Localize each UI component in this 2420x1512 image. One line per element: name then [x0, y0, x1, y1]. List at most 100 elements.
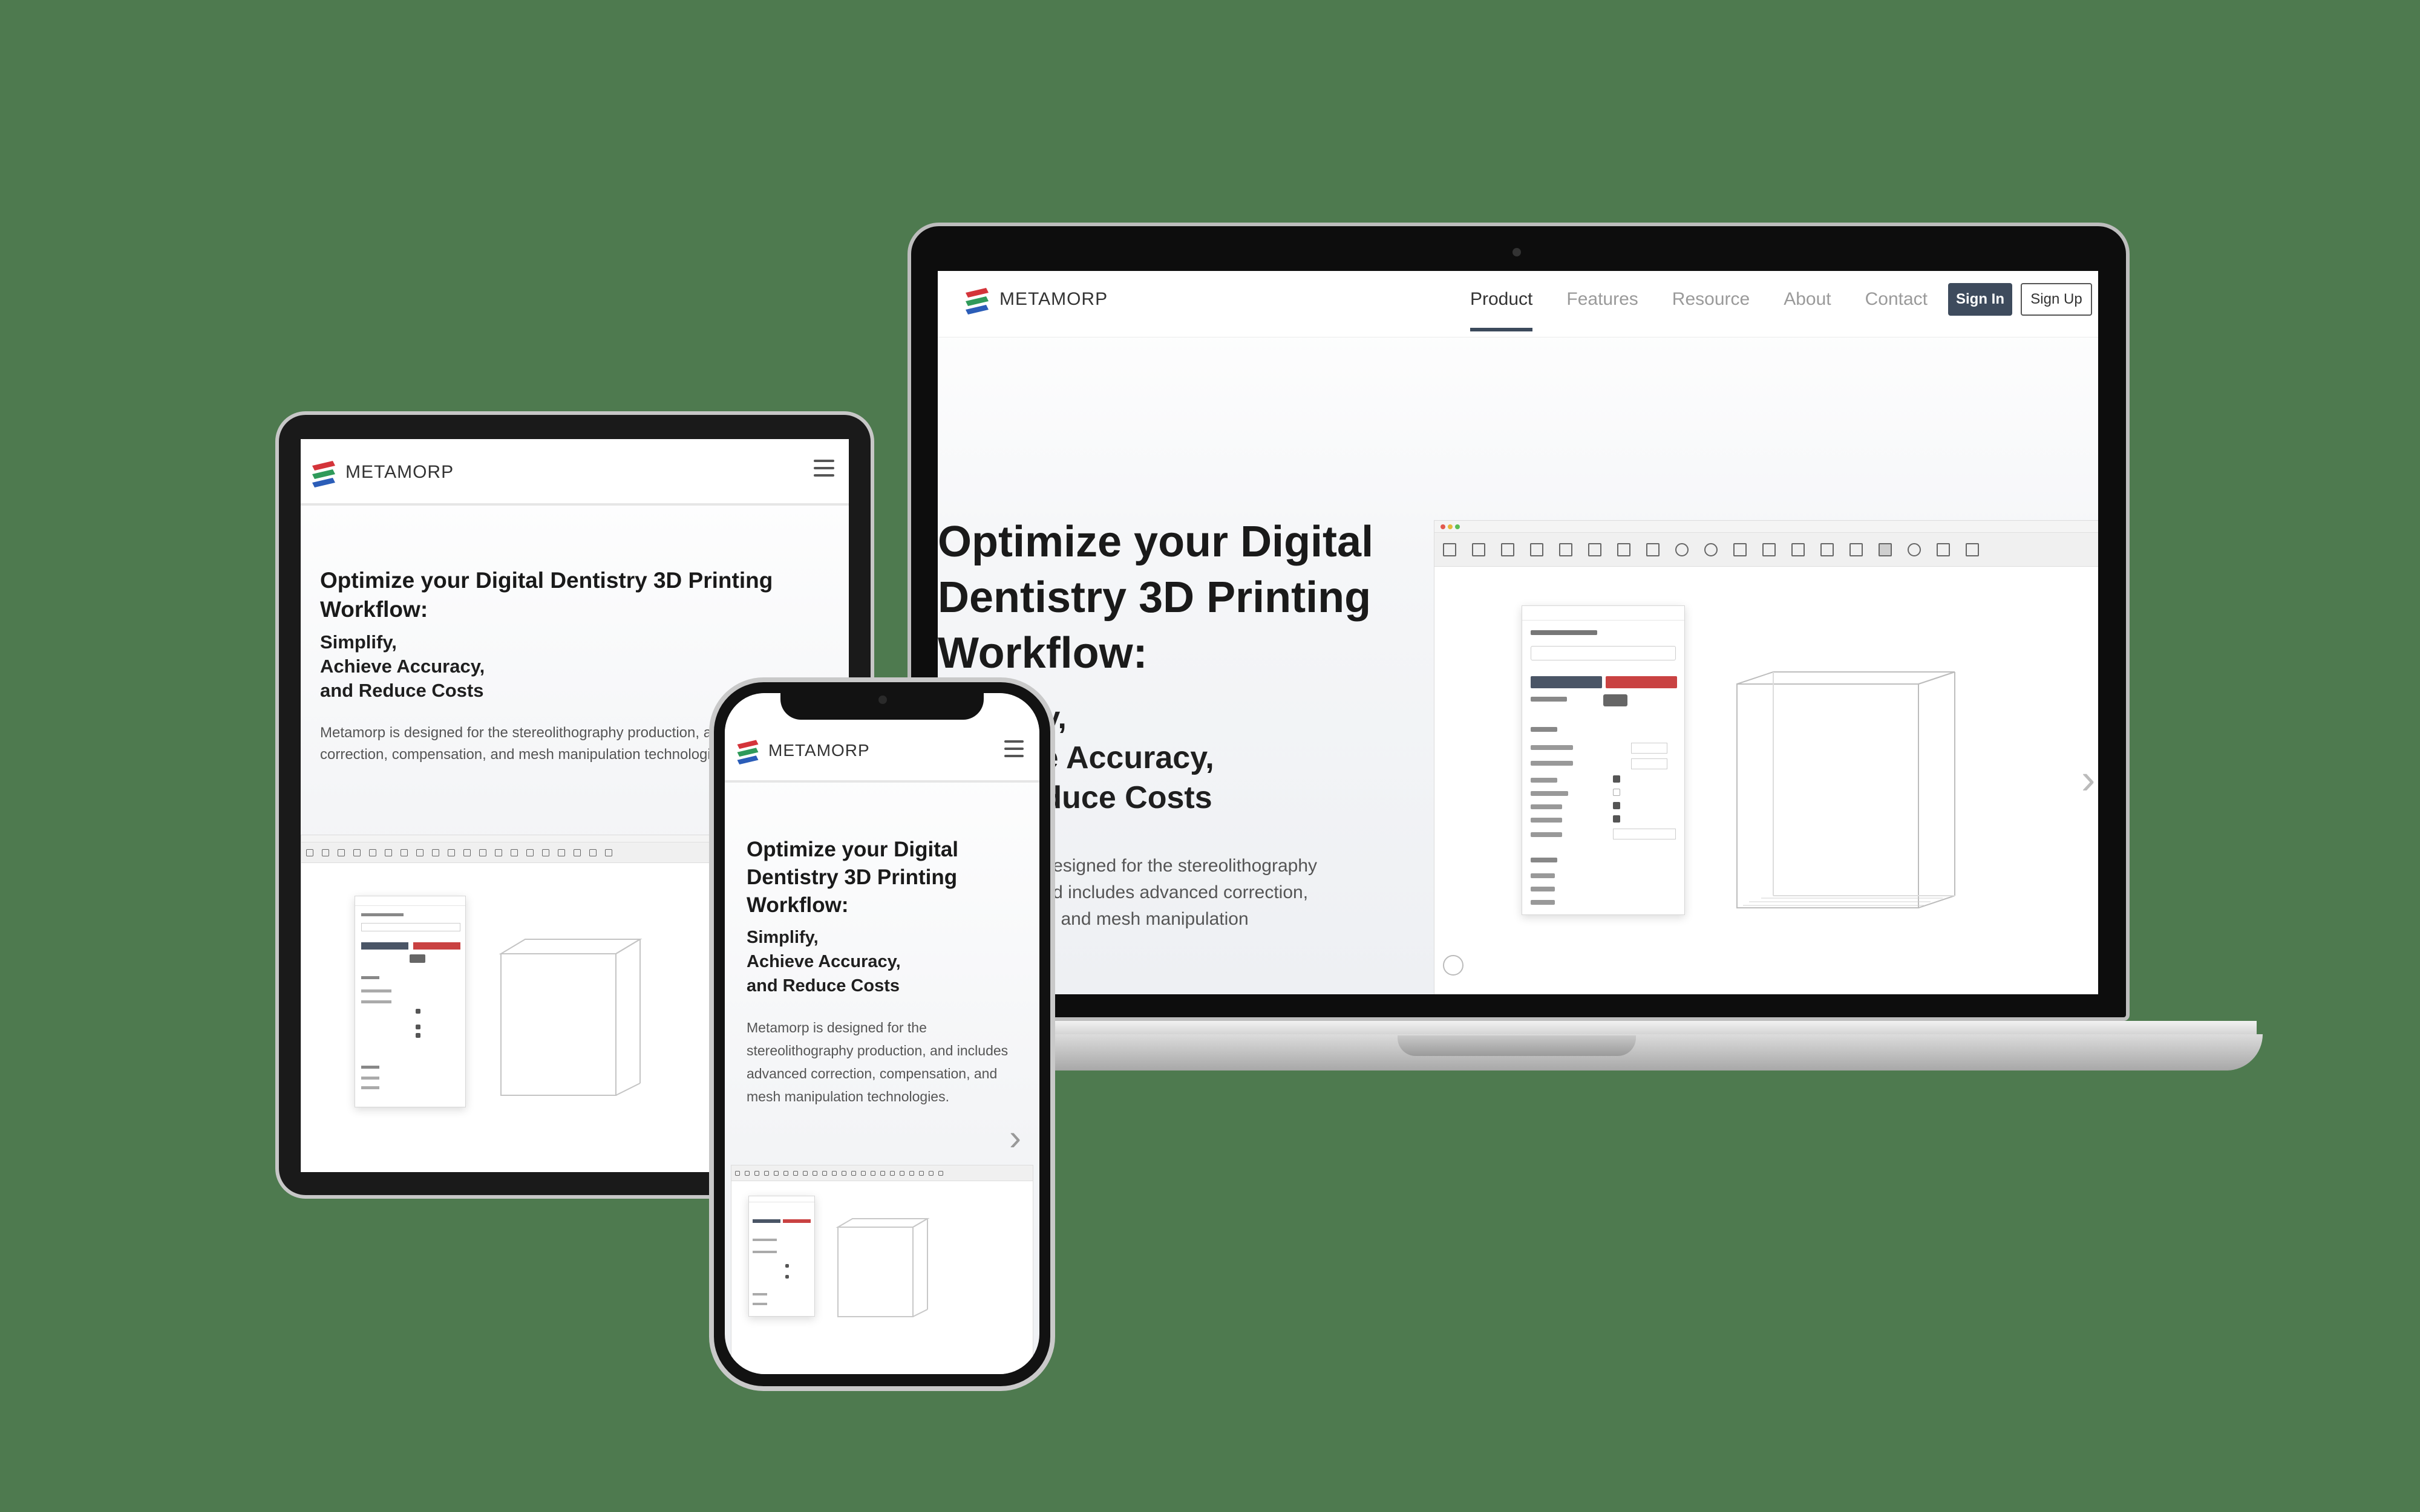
toolbar-tool-icon: [589, 849, 597, 856]
toolbar-tool-icon: [871, 1170, 875, 1176]
settings-dialog: [1522, 605, 1685, 915]
tablet-hero-title: Optimize your Digital Dentistry 3D Print…: [320, 568, 773, 622]
toolbar-tool-icon: [880, 1170, 885, 1176]
metamorp-logo-icon: [312, 461, 335, 487]
nav-links: Product Features Resource About Contact: [1470, 289, 1928, 331]
toolbar-tool-icon: [1617, 543, 1630, 556]
toolbar-tool-icon: [385, 849, 392, 856]
toolbar-tool-icon: [803, 1170, 808, 1176]
toolbar-tool-icon: [558, 849, 565, 856]
toolbar-tool-icon: [511, 849, 518, 856]
phone-brand-logo[interactable]: METAMORP: [733, 737, 870, 764]
carousel-next-arrow[interactable]: ›: [2081, 755, 2095, 803]
toolbar-tool-icon: [783, 1170, 788, 1176]
toolbar-tool-icon: [1733, 543, 1747, 556]
tablet-hero-subtitle: Simplify, Achieve Accuracy, and Reduce C…: [320, 631, 485, 701]
toolbar-tool-icon: [338, 849, 345, 856]
toolbar-tool-icon: [353, 849, 361, 856]
toolbar-tool-icon: [479, 849, 486, 856]
phone-settings-dialog: [748, 1196, 815, 1317]
phone-camera: [878, 696, 887, 704]
toolbar-tool-icon: [1588, 543, 1601, 556]
signin-button[interactable]: Sign In: [1948, 283, 2012, 316]
nav-contact[interactable]: Contact: [1865, 289, 1928, 310]
brand-logo[interactable]: METAMORP: [962, 284, 1108, 314]
signup-button[interactable]: Sign Up: [2021, 283, 2092, 316]
metamorp-logo-icon: [966, 288, 989, 314]
brand-name: METAMORP: [999, 289, 1108, 309]
toolbar-tool-icon: [448, 849, 455, 856]
toolbar-tool-icon: [574, 849, 581, 856]
hamburger-icon[interactable]: [814, 460, 834, 477]
metamorp-logo-icon: [737, 740, 759, 764]
toolbar-tool-icon: [1530, 543, 1543, 556]
toolbar-tool-icon: [1937, 543, 1950, 556]
toolbar-tool-icon: [605, 849, 612, 856]
hamburger-icon[interactable]: [1004, 740, 1024, 757]
build-volume-wireframe: [1736, 671, 1955, 908]
toolbar-tool-icon: [842, 1170, 846, 1176]
toolbar-tool-icon: [306, 849, 313, 856]
phone-hero-description: Metamorp is designed for the stereolitho…: [747, 1020, 1009, 1104]
toolbar-tool-icon: [1646, 543, 1660, 556]
nav-about[interactable]: About: [1784, 289, 1831, 310]
toolbar-tool-icon: [851, 1170, 856, 1176]
toolbar-tool-icon: [542, 849, 549, 856]
toolbar-tool-icon: [1559, 543, 1572, 556]
toolbar-tool-icon: [1820, 543, 1834, 556]
toolbar-tool-icon: [822, 1170, 827, 1176]
hero-title: Optimize your Digital Dentistry 3D Print…: [938, 518, 1374, 677]
toolbar-tool-icon: [526, 849, 534, 856]
toolbar-tool-icon: [890, 1170, 895, 1176]
toolbar-tool-icon: [1704, 543, 1718, 556]
toolbar-tool-icon: [793, 1170, 798, 1176]
toolbar-tool-icon: [1443, 543, 1456, 556]
toolbar-tool-icon: [1675, 543, 1689, 556]
toolbar-tool-icon: [1791, 543, 1805, 556]
toolbar-tool-icon: [929, 1170, 934, 1176]
app-toolbar: [731, 1165, 1033, 1181]
toolbar-tool-icon: [754, 1170, 759, 1176]
laptop-camera: [1512, 248, 1521, 256]
toolbar-tool-icon: [322, 849, 329, 856]
build-volume-wireframe: [836, 1218, 930, 1317]
top-navbar: METAMORP Product Features Resource About…: [938, 271, 2098, 337]
toolbar-tool-icon: [1966, 543, 1979, 556]
toolbar-tool-icon: [938, 1170, 943, 1176]
toolbar-tool-icon: [1908, 543, 1921, 556]
laptop-notch: [1398, 1035, 1636, 1056]
phone-screen: METAMORP Optimize your Digital Dentistry…: [725, 693, 1039, 1374]
view-reset-icon[interactable]: [1443, 955, 1463, 976]
toolbar-tool-icon: [919, 1170, 924, 1176]
app-preview: [1434, 520, 2098, 994]
brand-name: METAMORP: [768, 741, 870, 760]
toolbar-tool-icon: [900, 1170, 904, 1176]
nav-product[interactable]: Product: [1470, 289, 1533, 331]
laptop-screen: METAMORP Product Features Resource About…: [938, 271, 2098, 994]
nav-features[interactable]: Features: [1566, 289, 1638, 310]
toolbar-tool-icon: [495, 849, 502, 856]
toolbar-tool-icon: [1879, 543, 1892, 556]
toolbar-tool-icon: [813, 1170, 817, 1176]
brand-name: METAMORP: [345, 462, 454, 482]
toolbar-tool-icon: [1762, 543, 1776, 556]
build-volume-wireframe: [499, 939, 643, 1096]
nav-resource[interactable]: Resource: [1672, 289, 1750, 310]
toolbar-tool-icon: [1849, 543, 1863, 556]
toolbar-tool-icon: [1472, 543, 1485, 556]
toolbar-tool-icon: [369, 849, 376, 856]
phone-app-preview: [731, 1165, 1033, 1374]
tablet-settings-dialog: [355, 896, 466, 1107]
carousel-next-arrow[interactable]: ›: [1009, 1116, 1021, 1158]
tablet-brand-logo[interactable]: METAMORP: [308, 457, 454, 487]
tablet-navbar: METAMORP: [301, 439, 849, 506]
toolbar-tool-icon: [774, 1170, 779, 1176]
app-toolbar: [1434, 533, 2098, 567]
app-titlebar: [1434, 521, 2098, 533]
toolbar-tool-icon: [745, 1170, 750, 1176]
phone-hero-title: Optimize your Digital Dentistry 3D Print…: [747, 838, 959, 917]
toolbar-tool-icon: [432, 849, 439, 856]
toolbar-tool-icon: [735, 1170, 740, 1176]
toolbar-tool-icon: [401, 849, 408, 856]
toolbar-tool-icon: [1501, 543, 1514, 556]
